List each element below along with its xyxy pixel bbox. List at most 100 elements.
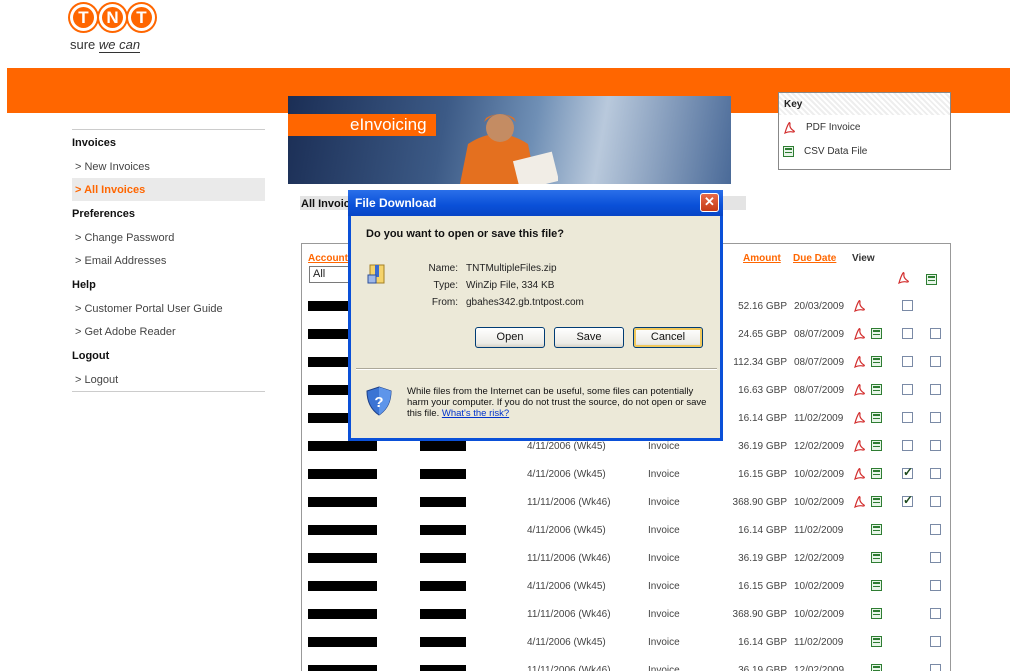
sidebar-heading-invoices: Invoices (72, 137, 117, 149)
invoice-due-date: 11/02/2009 (794, 525, 844, 536)
invoice-date: 4/11/2006 (Wk45) (527, 581, 606, 592)
select-checkbox[interactable] (930, 356, 941, 367)
close-icon[interactable]: ✕ (700, 193, 719, 212)
from-label: From: (431, 297, 458, 308)
csv-icon[interactable] (871, 636, 882, 647)
sidebar-item-email-addresses[interactable]: > Email Addresses (72, 249, 265, 272)
sidebar: Invoices > New Invoices > All Invoices Pref… (72, 129, 265, 392)
file-type-value: WinZip File, 334 KB (466, 280, 555, 291)
pdf-icon[interactable] (897, 271, 910, 284)
invoice-due-date: 10/02/2009 (794, 609, 845, 620)
csv-icon[interactable] (871, 328, 882, 339)
invoice-date: 11/11/2006 (Wk46) (527, 497, 611, 508)
redacted-reference (420, 665, 466, 671)
select-checkbox[interactable] (930, 468, 941, 479)
redacted-account (308, 665, 377, 671)
select-checkbox[interactable] (930, 524, 941, 535)
select-checkbox[interactable] (930, 328, 941, 339)
pdf-icon[interactable] (853, 439, 866, 452)
redacted-account (308, 525, 377, 535)
csv-icon[interactable] (871, 356, 882, 367)
csv-icon[interactable] (926, 274, 937, 285)
select-checkbox[interactable] (930, 384, 941, 395)
pdf-icon[interactable] (853, 383, 866, 396)
pdf-icon[interactable] (853, 467, 866, 480)
header-amount[interactable]: Amount (743, 253, 781, 264)
courier-image (460, 114, 558, 184)
select-checkbox[interactable] (902, 412, 913, 423)
select-checkbox[interactable] (902, 328, 913, 339)
select-checkbox[interactable] (902, 440, 913, 451)
pdf-icon[interactable] (853, 327, 866, 340)
header-pdf-all-icon[interactable] (897, 271, 910, 289)
select-checkbox[interactable] (902, 384, 913, 395)
csv-icon[interactable] (871, 580, 882, 591)
header-account[interactable]: Account (308, 253, 348, 264)
tagline-we-can: we can (98, 37, 141, 53)
pdf-icon[interactable] (853, 355, 866, 368)
csv-icon[interactable] (871, 384, 882, 395)
pdf-icon[interactable] (853, 299, 866, 312)
csv-icon[interactable] (871, 440, 882, 451)
select-checkbox[interactable] (930, 552, 941, 563)
header-csv-all-icon[interactable] (926, 272, 937, 290)
header-due-date[interactable]: Due Date (793, 253, 836, 264)
svg-text:?: ? (374, 394, 383, 411)
risk-link[interactable]: What's the risk? (442, 408, 509, 419)
cancel-button[interactable]: Cancel (633, 327, 703, 348)
invoice-due-date: 08/07/2009 (794, 385, 845, 396)
csv-icon[interactable] (871, 524, 882, 535)
key-row-csv: CSV Data File (779, 139, 950, 163)
invoice-date: 11/11/2006 (Wk46) (527, 553, 611, 564)
save-button[interactable]: Save (554, 327, 624, 348)
sidebar-item-new-invoices[interactable]: > New Invoices (72, 155, 265, 178)
sidebar-item-get-adobe-reader[interactable]: > Get Adobe Reader (72, 320, 265, 343)
tnt-logo[interactable]: T N T sure we can (70, 4, 180, 66)
csv-icon[interactable] (871, 412, 882, 423)
redacted-account (308, 609, 377, 619)
invoice-amount: 52.16 GBP (738, 301, 787, 312)
select-checkbox[interactable] (930, 440, 941, 451)
sidebar-item-change-password[interactable]: > Change Password (72, 226, 265, 249)
select-checkbox[interactable] (902, 493, 913, 507)
invoice-due-date: 20/03/2009 (794, 301, 845, 312)
invoice-due-date: 10/02/2009 (794, 497, 845, 508)
table-row: 11/11/2006 (Wk46) Invoice 36.19 GBP 12/02/2… (302, 656, 950, 671)
sidebar-item-logout[interactable]: > Logout (72, 368, 265, 391)
invoice-amount: 368.90 GBP (732, 609, 787, 620)
key-row-pdf: PDF Invoice (779, 115, 950, 139)
select-checkbox[interactable] (930, 412, 941, 423)
invoice-due-date: 08/07/2009 (794, 329, 845, 340)
select-checkbox[interactable] (930, 496, 941, 507)
redacted-account (308, 581, 377, 591)
invoice-type: Invoice (648, 637, 680, 648)
select-checkbox[interactable] (930, 580, 941, 591)
dialog-titlebar[interactable]: File Download ✕ (348, 190, 723, 216)
invoice-date: 4/11/2006 (Wk45) (527, 525, 606, 536)
sidebar-divider (72, 391, 265, 392)
csv-icon[interactable] (871, 468, 882, 479)
redacted-reference (420, 609, 466, 619)
open-button[interactable]: Open (475, 327, 545, 348)
select-checkbox[interactable] (902, 300, 913, 311)
pdf-icon[interactable] (853, 495, 866, 508)
invoice-type: Invoice (648, 525, 680, 536)
select-checkbox[interactable] (902, 465, 913, 479)
sidebar-item-all-invoices[interactable]: > All Invoices (72, 178, 265, 201)
table-row: 11/11/2006 (Wk46) Invoice 368.90 GBP 10/02/… (302, 600, 950, 628)
csv-icon[interactable] (871, 496, 882, 507)
invoice-due-date: 08/07/2009 (794, 357, 845, 368)
sidebar-item-customer-portal-user-guide[interactable]: > Customer Portal User Guide (72, 297, 265, 320)
invoice-type: Invoice (648, 497, 680, 508)
pdf-icon[interactable] (853, 411, 866, 424)
invoice-type: Invoice (648, 469, 680, 480)
banner-label: eInvoicing (288, 114, 436, 136)
redacted-reference (420, 581, 466, 591)
csv-icon[interactable] (871, 608, 882, 619)
csv-icon[interactable] (871, 552, 882, 563)
csv-icon (783, 145, 794, 157)
select-checkbox[interactable] (930, 636, 941, 647)
select-checkbox[interactable] (902, 356, 913, 367)
select-checkbox[interactable] (930, 608, 941, 619)
redacted-reference (420, 469, 466, 479)
